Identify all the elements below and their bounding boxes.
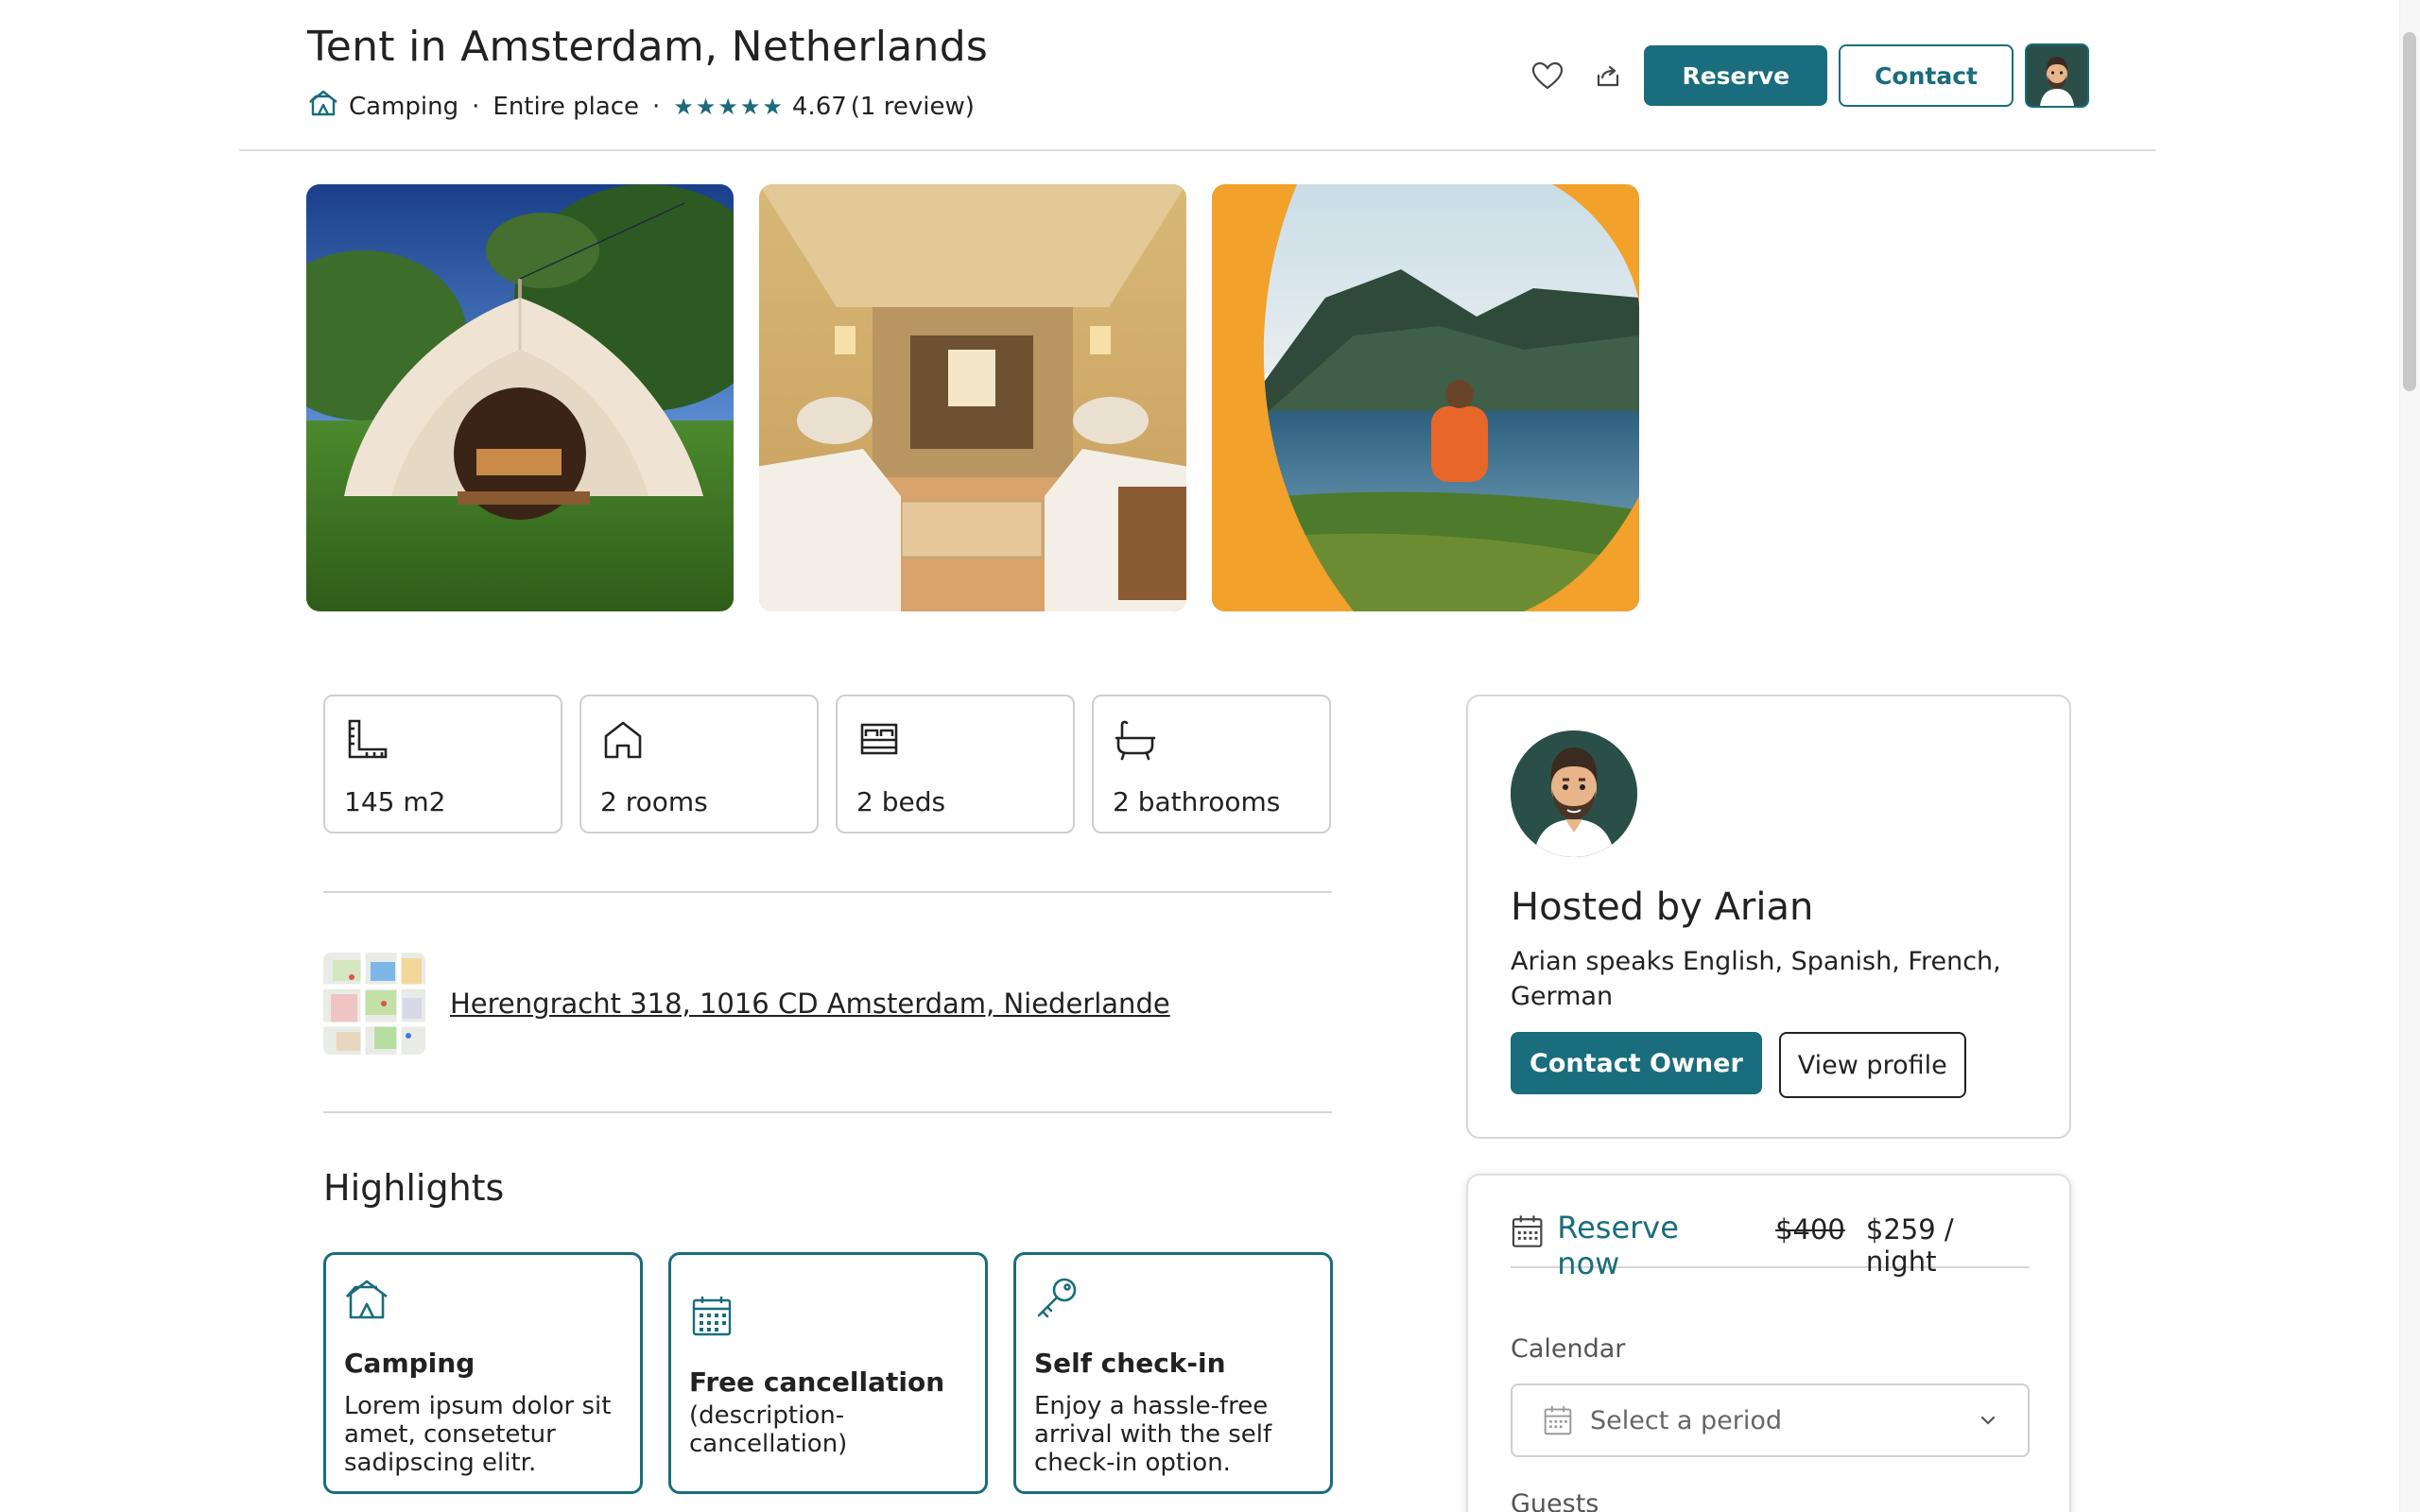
highlight-title: Self check-in bbox=[1034, 1348, 1226, 1379]
host-avatar[interactable] bbox=[1511, 730, 1637, 857]
guests-label: Guests bbox=[1511, 1489, 1599, 1512]
scrollbar-track[interactable] bbox=[2399, 0, 2420, 1512]
chevron-down-icon bbox=[1980, 1416, 1996, 1425]
host-languages: Arian speaks English, Spanish, French, G… bbox=[1511, 947, 2001, 1011]
calendar-icon bbox=[692, 1297, 732, 1336]
house-icon bbox=[604, 721, 642, 759]
separator-dot: · bbox=[652, 92, 661, 121]
gallery-photo-lake-view[interactable] bbox=[1212, 184, 1639, 611]
reservation-header: Reserve now $400 $259 / night bbox=[1511, 1210, 2030, 1281]
heart-icon bbox=[1532, 61, 1564, 90]
highlight-desc: Enjoy a hassle-free arrival with the sel… bbox=[1034, 1392, 1272, 1477]
star-icon: ★ bbox=[673, 93, 694, 120]
property-stats: 145 m2 2 rooms 2 beds 2 bathrooms bbox=[323, 695, 1331, 833]
star-icon: ★ bbox=[739, 93, 761, 120]
listing-header: Tent in Amsterdam, Netherlands Camping ·… bbox=[239, 0, 2155, 151]
key-icon bbox=[1037, 1278, 1077, 1318]
stat-rooms: 2 rooms bbox=[579, 695, 819, 833]
favorite-button[interactable] bbox=[1523, 45, 1572, 106]
view-profile-button[interactable]: View profile bbox=[1778, 1032, 1966, 1098]
share-button[interactable] bbox=[1583, 45, 1633, 106]
calendar-icon bbox=[1544, 1405, 1572, 1435]
calendar-icon bbox=[1512, 1215, 1543, 1247]
rating-stars: ★ ★ ★ ★ ★ bbox=[673, 94, 783, 120]
address-link[interactable]: Herengracht 318, 1016 CD Amsterdam, Nied… bbox=[450, 988, 1170, 1020]
highlight-desc: (description-cancellation) bbox=[689, 1401, 848, 1458]
place-type-label: Entire place bbox=[493, 92, 640, 121]
section-divider bbox=[323, 891, 1332, 893]
reserve-now-link[interactable]: Reserve now bbox=[1557, 1210, 1747, 1281]
calendar-label: Calendar bbox=[1511, 1334, 1626, 1364]
host-name: Hosted by Arian bbox=[1511, 885, 1814, 929]
nightly-price: $259 / night bbox=[1865, 1213, 1954, 1278]
section-divider bbox=[323, 1111, 1332, 1113]
contact-owner-button[interactable]: Contact Owner bbox=[1511, 1032, 1762, 1094]
host-actions: Contact Owner View profile bbox=[1511, 1032, 1966, 1098]
highlights-cards: Camping Lorem ipsum dolor sit amet, cons… bbox=[323, 1252, 1333, 1494]
camping-house-icon bbox=[346, 1280, 388, 1319]
rating-value: 4.67 bbox=[791, 92, 847, 121]
stat-label: 145 m2 bbox=[344, 786, 446, 817]
highlight-card-self-checkin: Self check-in Enjoy a hassle-free arriva… bbox=[1013, 1252, 1333, 1494]
host-card: Hosted by Arian Arian speaks English, Sp… bbox=[1466, 695, 2071, 1139]
gallery-photo-tent-exterior[interactable] bbox=[306, 184, 734, 611]
highlight-desc: Lorem ipsum dolor sit amet, consetetur s… bbox=[344, 1392, 612, 1477]
stat-bathrooms: 2 bathrooms bbox=[1092, 695, 1331, 833]
gallery-photo-tent-interior[interactable] bbox=[759, 184, 1186, 611]
page-title: Tent in Amsterdam, Netherlands bbox=[307, 23, 989, 71]
stat-label: 2 bathrooms bbox=[1113, 786, 1281, 817]
share-icon bbox=[1598, 65, 1619, 87]
highlight-title: Camping bbox=[344, 1348, 475, 1379]
listing-subline: Camping · Entire place · ★ ★ ★ ★ ★ 4.67 (1 r… bbox=[307, 89, 975, 124]
star-icon: ★ bbox=[717, 93, 738, 120]
camping-house-icon bbox=[307, 89, 339, 124]
contact-button[interactable]: Contact bbox=[1839, 44, 2014, 107]
stat-beds: 2 beds bbox=[836, 695, 1075, 833]
reserve-button[interactable]: Reserve bbox=[1644, 45, 1828, 106]
user-avatar[interactable] bbox=[2025, 43, 2089, 108]
stat-area: 145 m2 bbox=[323, 695, 562, 833]
map-thumbnail[interactable] bbox=[323, 953, 425, 1055]
highlight-card-camping: Camping Lorem ipsum dolor sit amet, cons… bbox=[323, 1252, 643, 1494]
bed-icon bbox=[860, 723, 898, 755]
star-icon: ★ bbox=[695, 93, 717, 120]
reservation-card: Reserve now $400 $259 / night Calendar S… bbox=[1466, 1174, 2071, 1512]
stat-label: 2 beds bbox=[856, 786, 946, 817]
stat-label: 2 rooms bbox=[600, 786, 708, 817]
separator-dot: · bbox=[472, 92, 480, 121]
highlight-title: Free cancellation bbox=[689, 1366, 945, 1398]
highlights-title: Highlights bbox=[323, 1167, 505, 1209]
category-label: Camping bbox=[349, 92, 459, 121]
highlight-card-free-cancellation: Free cancellation (description-cancellat… bbox=[668, 1252, 988, 1494]
old-price: $400 bbox=[1775, 1213, 1845, 1246]
header-actions: Reserve Contact bbox=[1523, 43, 2089, 108]
period-placeholder: Select a period bbox=[1590, 1405, 1783, 1435]
star-half-icon: ★ bbox=[762, 93, 783, 120]
scrollbar-thumb[interactable] bbox=[2403, 32, 2416, 391]
bathtub-icon bbox=[1115, 720, 1156, 761]
review-count: (1 review) bbox=[850, 92, 975, 121]
photo-gallery bbox=[306, 184, 1639, 611]
address-row: Herengracht 318, 1016 CD Amsterdam, Nied… bbox=[323, 953, 1170, 1055]
period-select[interactable]: Select a period bbox=[1511, 1383, 2030, 1457]
ruler-icon bbox=[348, 719, 388, 759]
